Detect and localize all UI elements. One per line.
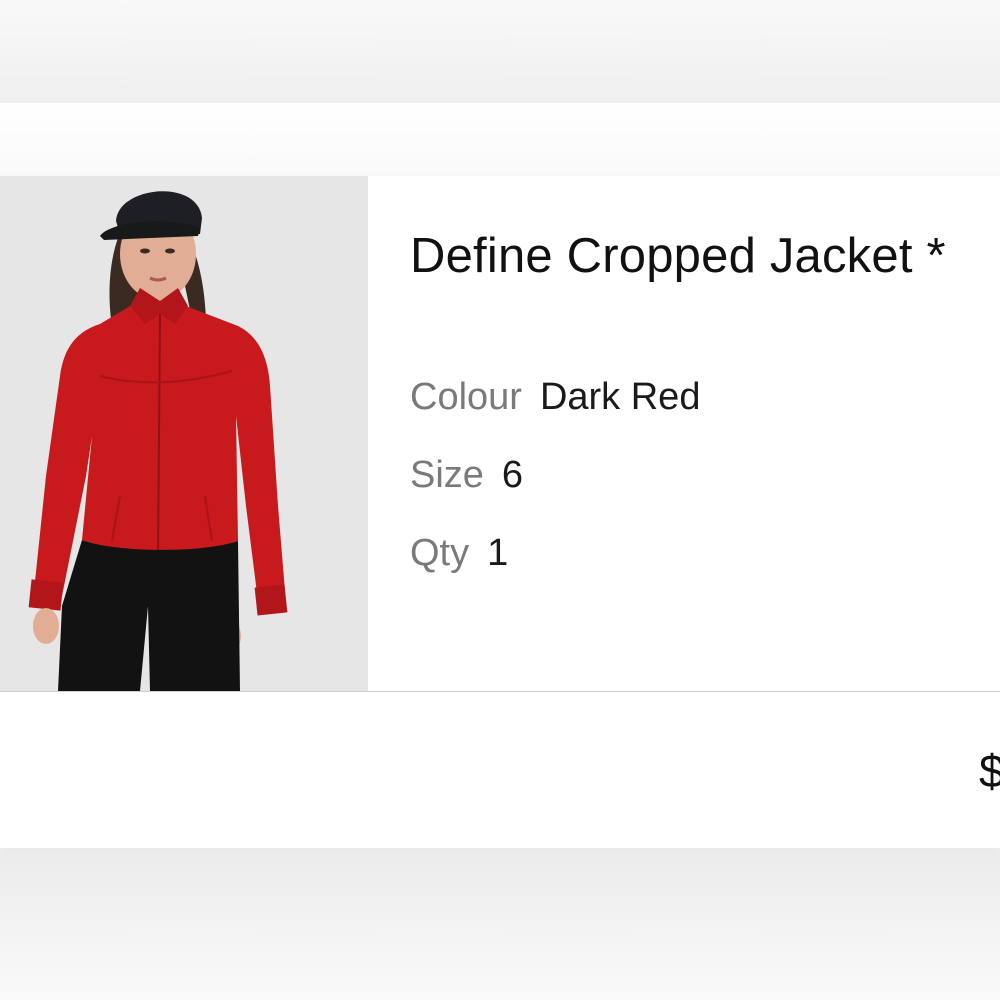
divider bbox=[0, 691, 1000, 692]
size-value: 6 bbox=[501, 454, 524, 496]
product-title[interactable]: Define Cropped Jacket * bbox=[410, 228, 946, 284]
price: $ bbox=[979, 745, 1000, 797]
product-image[interactable] bbox=[0, 176, 368, 691]
colour-row: Colour Dark Red bbox=[410, 376, 700, 419]
qty-label: Qty bbox=[410, 532, 470, 574]
product-details: Define Cropped Jacket * Colour Dark Red S… bbox=[410, 176, 1000, 691]
colour-label: Colour bbox=[410, 376, 522, 418]
qty-row: Qty 1 bbox=[410, 532, 508, 575]
size-row: Size 6 bbox=[410, 454, 523, 497]
top-shadow-band bbox=[0, 103, 1000, 176]
cart-item-card: Define Cropped Jacket * Colour Dark Red S… bbox=[0, 176, 1000, 848]
size-label: Size bbox=[410, 454, 484, 496]
qty-value: 1 bbox=[487, 532, 509, 574]
colour-value: Dark Red bbox=[539, 376, 701, 418]
